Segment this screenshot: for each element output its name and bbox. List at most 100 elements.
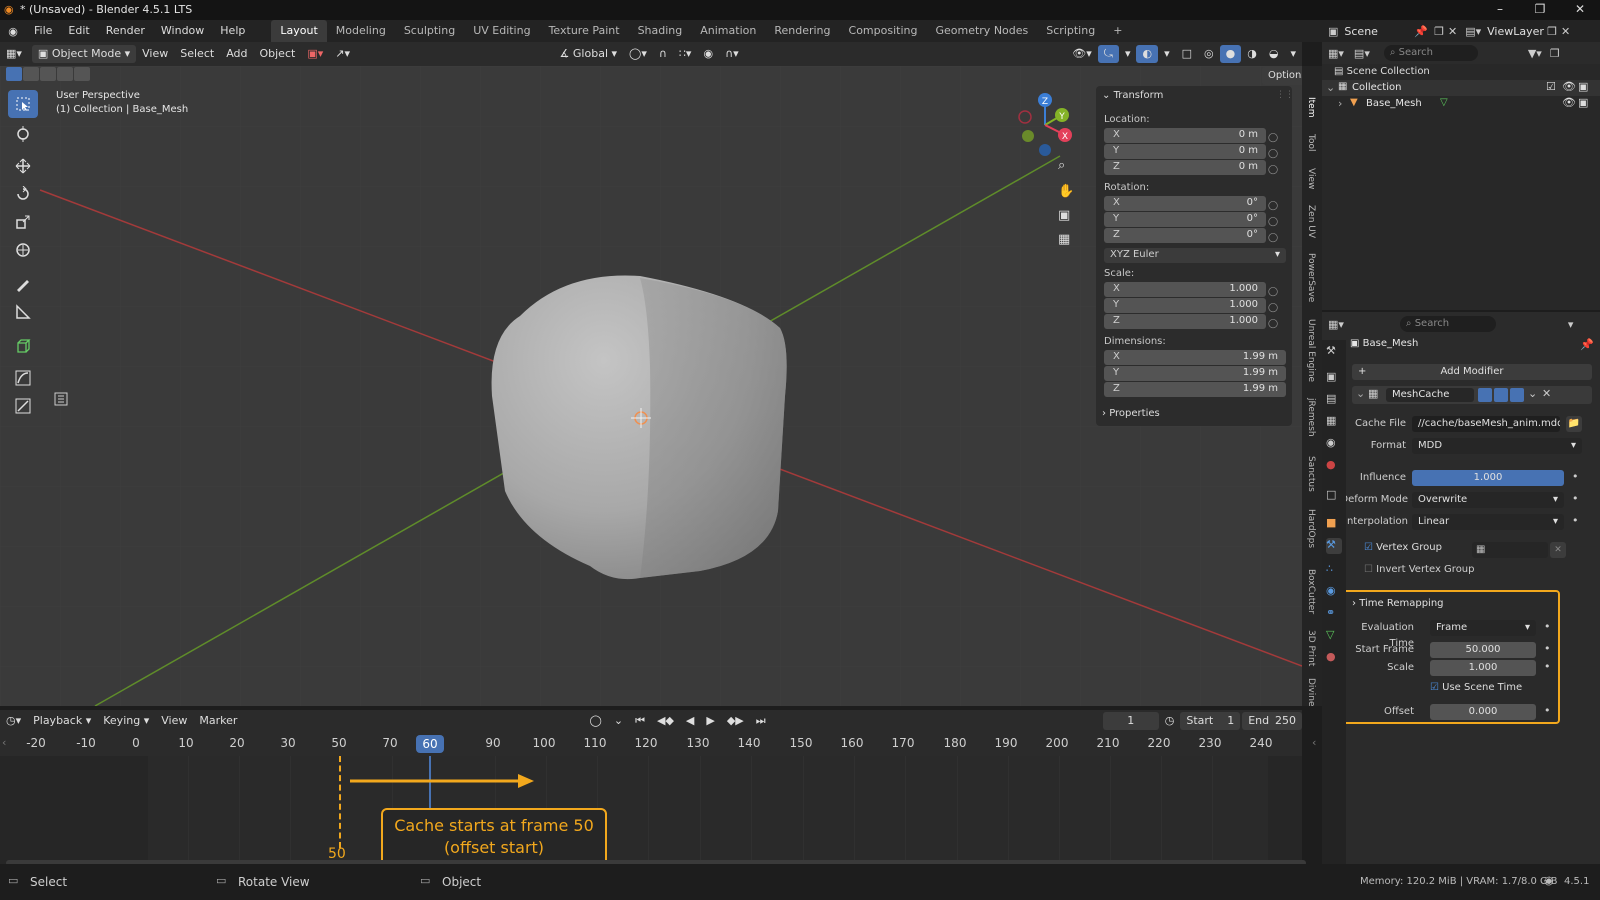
world-tab-icon[interactable]: ● bbox=[1326, 458, 1342, 474]
play-icon[interactable]: ▶ bbox=[700, 712, 720, 730]
visibility-icon[interactable]: 👁▾ bbox=[1066, 45, 1098, 63]
transform-section-header[interactable]: ⌄ Transform bbox=[1102, 90, 1163, 101]
modifier-name-field[interactable]: MeshCache bbox=[1386, 388, 1474, 402]
menu-edit[interactable]: Edit bbox=[60, 20, 97, 42]
sidebar-tab-tool[interactable]: Tool bbox=[1302, 130, 1316, 156]
select-extend-icon[interactable] bbox=[23, 67, 39, 81]
evaluation-time-select[interactable]: Frame ▾ bbox=[1430, 620, 1536, 636]
rotation-mode-select[interactable]: XYZ Euler ▾ bbox=[1104, 248, 1286, 263]
properties-search-input[interactable]: ⌕ Search bbox=[1399, 316, 1496, 332]
pin-icon[interactable]: 📌 bbox=[1414, 25, 1428, 38]
dimensions-x-field[interactable]: X 1.99 m bbox=[1104, 350, 1286, 365]
snap-icon[interactable]: ∩ bbox=[653, 45, 673, 63]
mode-select[interactable]: ▣ Object Mode ▾ bbox=[31, 45, 137, 63]
deform-mode-select[interactable]: Overwrite ▾ bbox=[1412, 492, 1564, 508]
tab-compositing[interactable]: Compositing bbox=[840, 20, 927, 42]
lock-icon[interactable]: ◯ bbox=[1268, 230, 1278, 246]
tab-layout[interactable]: Layout bbox=[271, 20, 327, 42]
view-menu[interactable]: View bbox=[136, 45, 174, 63]
menu-window[interactable]: Window bbox=[153, 20, 212, 42]
keying-menu[interactable]: Keying ▾ bbox=[97, 712, 155, 730]
sidebar-tab-sanctus[interactable]: Sanctus bbox=[1302, 454, 1316, 494]
start-frame-field[interactable]: 50.000 bbox=[1430, 642, 1536, 658]
add-cube-tool[interactable] bbox=[8, 332, 38, 360]
expand-icon[interactable]: › bbox=[1338, 97, 1342, 110]
keyframe-dot-icon[interactable]: • bbox=[1544, 704, 1551, 717]
lock-icon[interactable]: ◯ bbox=[1268, 146, 1278, 162]
select-new-icon[interactable] bbox=[6, 67, 22, 81]
outliner-editor-icon[interactable]: ▦▾ bbox=[1328, 47, 1344, 60]
material-tab-icon[interactable]: ● bbox=[1326, 650, 1342, 666]
modifiers-tab-icon[interactable]: ⚒ bbox=[1326, 538, 1342, 554]
lock-icon[interactable]: ◯ bbox=[1268, 162, 1278, 178]
collapse-icon[interactable]: ⌄ bbox=[1326, 81, 1335, 94]
format-select[interactable]: MDD ▾ bbox=[1412, 438, 1582, 454]
transform-tool[interactable] bbox=[8, 236, 38, 264]
visibility-eye-icon[interactable]: 👁 bbox=[1562, 80, 1576, 93]
material-shading-icon[interactable]: ◑ bbox=[1241, 45, 1263, 63]
marker-menu[interactable]: Marker bbox=[193, 712, 243, 730]
navigation-gizmo[interactable]: Z Y X bbox=[1010, 90, 1080, 160]
maximize-button[interactable]: ❐ bbox=[1520, 2, 1560, 18]
tab-scripting[interactable]: Scripting bbox=[1037, 20, 1104, 42]
sidebar-tab-divine[interactable]: Divine bbox=[1302, 678, 1316, 707]
curve-tool[interactable] bbox=[8, 364, 38, 392]
keying-dropdown-icon[interactable]: ⌄ bbox=[608, 712, 629, 730]
lock-icon[interactable]: ◯ bbox=[1268, 130, 1278, 146]
delete-scene-icon[interactable]: ✕ bbox=[1448, 25, 1457, 38]
solid-shading-icon[interactable]: ● bbox=[1219, 45, 1242, 63]
sidebar-tab-zen-uv[interactable]: Zen UV bbox=[1302, 204, 1316, 240]
tab-geometry-nodes[interactable]: Geometry Nodes bbox=[926, 20, 1037, 42]
base-mesh-row[interactable]: › ▼ Base_Mesh ▽ 👁 ▣ bbox=[1322, 96, 1600, 112]
sidebar-tab-boxcutter[interactable]: BoxCutter bbox=[1302, 566, 1316, 618]
new-scene-icon[interactable]: ❐ bbox=[1434, 25, 1444, 38]
scale-y-field[interactable]: Y 1.000 bbox=[1104, 298, 1266, 313]
panel-drag-handle-icon[interactable]: ⋮⋮ bbox=[1276, 90, 1294, 100]
proportional-edit-icon[interactable]: ◉ bbox=[697, 45, 719, 63]
sidebar-tab-hardops[interactable]: HardOps bbox=[1302, 508, 1316, 550]
interpolation-select[interactable]: Linear ▾ bbox=[1412, 514, 1564, 530]
camera-view-icon[interactable]: ▣ bbox=[1058, 208, 1070, 223]
object-type-icon[interactable]: ▣▾ bbox=[301, 45, 329, 63]
scale-z-field[interactable]: Z 1.000 bbox=[1104, 314, 1266, 329]
extra-tool-icon[interactable] bbox=[54, 392, 68, 406]
object-tab-icon[interactable]: ■ bbox=[1326, 516, 1342, 532]
rotate-tool[interactable] bbox=[8, 180, 38, 208]
zoom-icon[interactable]: ⌕ bbox=[1058, 158, 1065, 173]
scale-tool[interactable] bbox=[8, 208, 38, 236]
select-subtract-icon[interactable] bbox=[40, 67, 56, 81]
image-tool[interactable] bbox=[8, 392, 38, 420]
jump-next-key-icon[interactable]: ◆▶ bbox=[721, 712, 750, 730]
render-camera-icon[interactable]: ▣ bbox=[1578, 96, 1588, 109]
object-menu[interactable]: Object bbox=[253, 45, 301, 63]
blender-menu-icon[interactable]: ◉ bbox=[0, 25, 26, 38]
properties-options-icon[interactable]: ▾ bbox=[1568, 318, 1574, 331]
cache-file-field[interactable]: //cache/baseMesh_anim.mdd bbox=[1412, 416, 1560, 432]
shading-dropdown-icon[interactable]: ▾ bbox=[1284, 45, 1302, 63]
render-tab-icon[interactable]: ▣ bbox=[1326, 370, 1342, 386]
new-view-layer-icon[interactable]: ❐ bbox=[1547, 25, 1557, 38]
time-remapping-header[interactable]: › Time Remapping bbox=[1352, 598, 1444, 609]
overlay-toggle-icon[interactable]: ◐ bbox=[1136, 45, 1159, 63]
modifier-menu-icon[interactable]: ⌄ bbox=[1528, 387, 1537, 400]
exclude-checkbox-icon[interactable]: ☑ bbox=[1546, 80, 1556, 93]
collection-tab-icon[interactable]: □ bbox=[1326, 488, 1342, 504]
output-tab-icon[interactable]: ▤ bbox=[1326, 392, 1342, 408]
jump-start-icon[interactable]: ⏮ bbox=[629, 712, 651, 730]
editor-type-icon[interactable]: ▦▾ bbox=[0, 45, 28, 63]
preview-range-icon[interactable]: ◷ bbox=[1159, 712, 1181, 730]
time-scale-field[interactable]: 1.000 bbox=[1430, 660, 1536, 676]
tab-texture-paint[interactable]: Texture Paint bbox=[540, 20, 629, 42]
filter-icon[interactable]: ▼▾ bbox=[1528, 47, 1542, 60]
keyframe-dot-icon[interactable]: • bbox=[1572, 514, 1579, 527]
auto-keying-icon[interactable]: ◯ bbox=[584, 712, 608, 730]
location-z-field[interactable]: Z0 m bbox=[1104, 160, 1266, 175]
vertex-group-checkbox[interactable]: ☑ Vertex Group bbox=[1364, 542, 1442, 553]
view-layer-label[interactable]: ViewLayer bbox=[1487, 25, 1547, 38]
lock-icon[interactable]: ◯ bbox=[1268, 300, 1278, 316]
offset-field[interactable]: 0.000 bbox=[1430, 704, 1536, 720]
keyframe-dot-icon[interactable]: • bbox=[1544, 660, 1551, 673]
lock-icon[interactable]: ◯ bbox=[1268, 198, 1278, 214]
collection-row[interactable]: ⌄ ▦ Collection ☑ 👁 ▣ bbox=[1322, 80, 1600, 96]
sidebar-tab-item[interactable]: Item bbox=[1302, 92, 1316, 122]
